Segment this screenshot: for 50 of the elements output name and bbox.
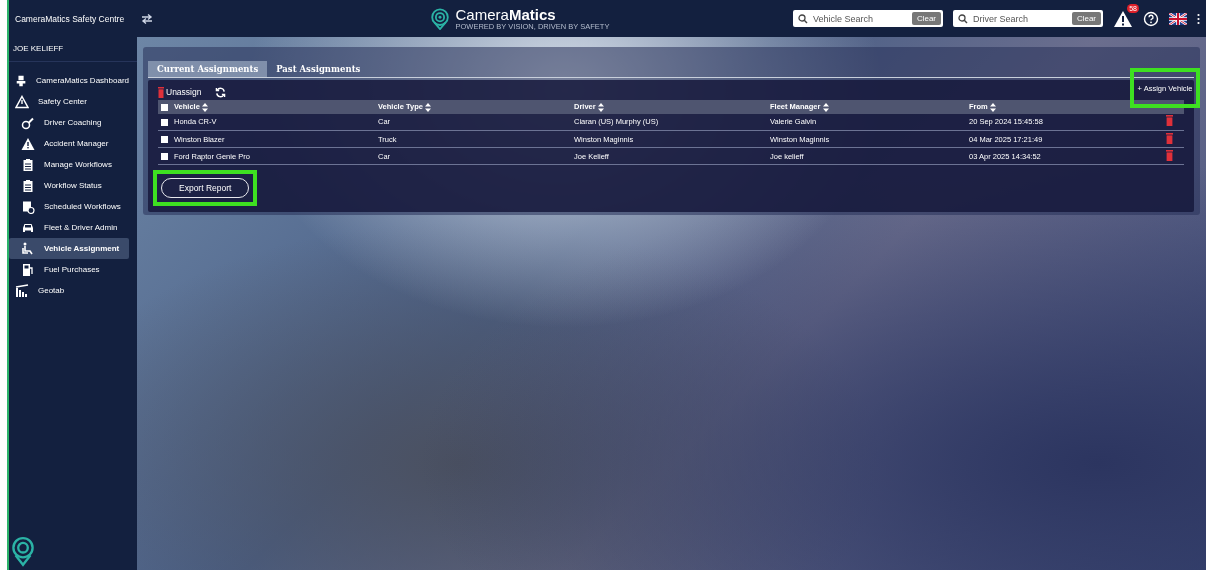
logo-pin-icon [428, 7, 451, 30]
sidebar-item[interactable]: Fuel Purchases [9, 259, 129, 280]
trash-icon [158, 86, 164, 98]
sidebar-item[interactable]: Safety Center [9, 91, 129, 112]
more-icon[interactable] [1197, 12, 1200, 25]
sidebar-item[interactable]: Fleet & Driver Admin [9, 217, 129, 238]
search-field[interactable]: Vehicle Search Clear [793, 10, 943, 27]
clipboard-icon [21, 178, 35, 193]
sort-icon[interactable] [597, 102, 604, 112]
trash-icon[interactable] [1165, 132, 1173, 144]
bar-chart-icon [15, 283, 29, 298]
swap-arrows-icon[interactable] [141, 13, 153, 24]
unassign-button[interactable]: Unassign [158, 86, 202, 98]
logo-pin-icon [10, 536, 36, 568]
trash-icon[interactable] [1165, 149, 1173, 161]
search-icon [798, 13, 808, 24]
warning-icon [15, 94, 29, 109]
sort-icon[interactable] [989, 102, 996, 112]
app-title: CameraMatics Safety Centre [15, 13, 125, 24]
refresh-icon[interactable] [215, 86, 227, 98]
warning-icon[interactable] [1113, 9, 1133, 28]
search-field[interactable]: Driver Search Clear [953, 10, 1103, 27]
tab[interactable]: Past Assignments [267, 61, 370, 77]
help-icon[interactable] [1143, 10, 1159, 27]
union-flag-icon[interactable] [1169, 12, 1187, 25]
clear-button[interactable]: Clear [911, 12, 941, 25]
select-all-checkbox[interactable] [161, 103, 168, 111]
logo-wordmark: CameraMatics [455, 6, 557, 23]
row-checkbox[interactable] [161, 136, 168, 144]
search-icon [958, 13, 968, 24]
sidebar-item[interactable]: Manage Workflows [9, 154, 129, 175]
clear-button[interactable]: Clear [1071, 12, 1101, 25]
row-checkbox[interactable] [161, 118, 168, 126]
sort-icon[interactable] [424, 102, 431, 112]
trash-icon[interactable] [1165, 115, 1173, 127]
sidebar-item[interactable]: Geotab [9, 280, 129, 301]
sort-icon[interactable] [822, 102, 829, 112]
sidebar-item[interactable]: Vehicle Assignment [9, 238, 129, 259]
fuel-pump-icon [21, 262, 35, 277]
wheelchair-icon [21, 241, 35, 256]
sidebar-item[interactable]: Driver Coaching [9, 112, 129, 133]
sidebar-item[interactable]: Accident Manager [9, 133, 129, 154]
row-checkbox[interactable] [161, 153, 168, 161]
sidebar-item[interactable]: Scheduled Workflows [9, 196, 129, 217]
calendar-clock-icon [21, 199, 35, 214]
sort-icon[interactable] [201, 102, 208, 112]
clipboard-icon [21, 157, 35, 172]
warning-icon [21, 136, 35, 151]
sidebar-item[interactable]: Workflow Status [9, 175, 129, 196]
sidebar-item[interactable]: CameraMatics Dashboard [9, 70, 129, 91]
